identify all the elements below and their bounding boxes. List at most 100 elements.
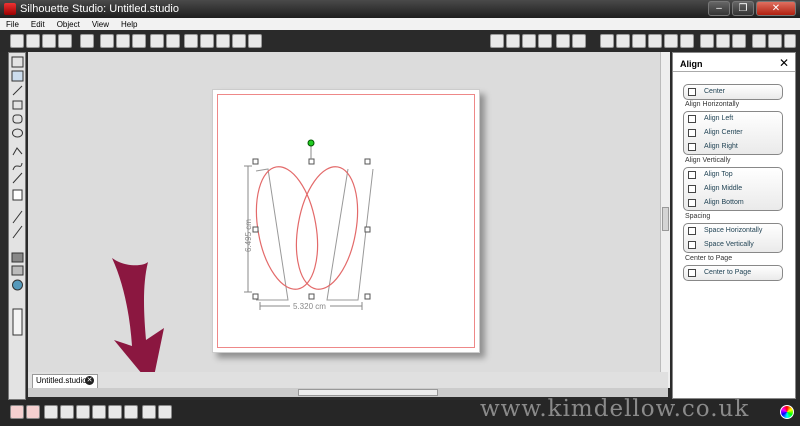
library-panel-icon[interactable] xyxy=(12,308,23,336)
center-button[interactable]: Center xyxy=(684,85,782,99)
tab-untitled[interactable]: Untitled.studio ✕ xyxy=(32,374,98,388)
line-tool-icon[interactable] xyxy=(12,85,23,96)
open-icon[interactable] xyxy=(26,34,40,48)
align-top-button[interactable]: Align Top xyxy=(684,168,782,182)
horizontal-scroll-thumb[interactable] xyxy=(298,389,438,396)
space-vertically-button[interactable]: Space Vertically xyxy=(684,238,782,252)
select-icon[interactable] xyxy=(11,56,24,68)
pen-icon[interactable] xyxy=(752,34,766,48)
replicate-shape-icon[interactable] xyxy=(158,405,172,419)
handle-top-right[interactable] xyxy=(364,158,371,165)
new-icon[interactable] xyxy=(10,34,24,48)
rounded-rectangle-tool-icon[interactable] xyxy=(12,114,23,124)
trace-icon[interactable] xyxy=(700,34,714,48)
menu-view[interactable]: View xyxy=(92,20,109,29)
color-wheel-icon[interactable] xyxy=(780,405,794,419)
space-horizontally-button[interactable]: Space Horizontally xyxy=(684,224,782,238)
cut-icon[interactable] xyxy=(132,34,146,48)
handle-bottom-right[interactable] xyxy=(364,293,371,300)
maximize-button[interactable]: ❐ xyxy=(732,1,754,16)
save-as-icon[interactable] xyxy=(58,34,72,48)
watermark: www.kimdellow.co.uk xyxy=(480,396,750,422)
curve-tool-icon[interactable] xyxy=(12,162,23,171)
send-to-back-icon[interactable] xyxy=(124,405,138,419)
edit-points-icon[interactable] xyxy=(11,70,24,82)
ellipse-tool-icon[interactable] xyxy=(12,128,23,138)
vertical-scrollbar[interactable] xyxy=(660,52,670,388)
paste-icon[interactable] xyxy=(116,34,130,48)
align-bottom-button[interactable]: Align Bottom xyxy=(684,196,782,210)
menu-edit[interactable]: Edit xyxy=(31,20,45,29)
handle-bottom-left[interactable] xyxy=(252,293,259,300)
ungroup-icon[interactable] xyxy=(26,405,40,419)
section-center-to-page: Center to Page xyxy=(685,255,733,262)
save-icon[interactable] xyxy=(42,34,56,48)
eraser-tool-icon[interactable] xyxy=(12,210,23,224)
zoom-out-icon[interactable] xyxy=(200,34,214,48)
tab-close-icon[interactable]: ✕ xyxy=(85,376,94,385)
handle-middle-left[interactable] xyxy=(252,226,259,233)
close-button[interactable]: ✕ xyxy=(756,1,796,16)
layers-icon[interactable] xyxy=(142,405,156,419)
group-icon[interactable] xyxy=(10,405,24,419)
line-color-icon[interactable] xyxy=(556,34,570,48)
grid-icon[interactable] xyxy=(784,34,796,48)
panel-divider xyxy=(673,71,795,72)
panel-close-icon[interactable]: ✕ xyxy=(779,56,789,70)
bring-to-front-icon[interactable] xyxy=(108,405,122,419)
center-to-page-button[interactable]: Center to Page xyxy=(684,266,782,280)
left-toolbar xyxy=(8,52,26,400)
knife-tool-icon[interactable] xyxy=(12,225,23,239)
workspace-canvas[interactable]: 6.495 cm 5.320 cm xyxy=(28,52,668,388)
copy-icon[interactable] xyxy=(100,34,114,48)
cut-store-icon[interactable] xyxy=(490,34,504,48)
minimize-button[interactable]: – xyxy=(708,1,730,16)
zoom-in-icon[interactable] xyxy=(184,34,198,48)
pan-icon[interactable] xyxy=(232,34,246,48)
make-compound-path-icon[interactable] xyxy=(44,405,58,419)
design-page-icon[interactable] xyxy=(11,252,24,263)
fill-pattern-icon[interactable] xyxy=(538,34,552,48)
registration-icon[interactable] xyxy=(716,34,730,48)
page-setup-icon[interactable] xyxy=(732,34,746,48)
polygon-tool-icon[interactable] xyxy=(12,147,23,156)
handle-top-middle[interactable] xyxy=(308,158,315,165)
print-icon[interactable] xyxy=(80,34,94,48)
online-store-icon[interactable] xyxy=(12,279,23,291)
handle-bottom-middle[interactable] xyxy=(308,293,315,300)
gradient-icon[interactable] xyxy=(522,34,536,48)
library-icon[interactable] xyxy=(11,265,24,276)
undo-icon[interactable] xyxy=(150,34,164,48)
transform-icon[interactable] xyxy=(616,34,630,48)
menu-object[interactable]: Object xyxy=(57,20,80,29)
align-right-button[interactable]: Align Right xyxy=(684,140,782,154)
offset-icon[interactable] xyxy=(680,34,694,48)
align-icon[interactable] xyxy=(664,34,678,48)
handle-top-left[interactable] xyxy=(252,158,259,165)
replicate-icon[interactable] xyxy=(632,34,646,48)
align-bottom-icon xyxy=(688,199,696,207)
align-middle-button[interactable]: Align Middle xyxy=(684,182,782,196)
align-left-button[interactable]: Align Left xyxy=(684,112,782,126)
align-center-button[interactable]: Align Center xyxy=(684,126,782,140)
line-style-icon[interactable] xyxy=(572,34,586,48)
modify-icon[interactable] xyxy=(648,34,662,48)
freehand-tool-icon[interactable] xyxy=(12,172,23,184)
text-tool-icon[interactable] xyxy=(12,189,23,201)
handle-middle-right[interactable] xyxy=(364,226,371,233)
rectangle-tool-icon[interactable] xyxy=(12,100,23,110)
rotate-handle[interactable] xyxy=(307,139,315,147)
release-compound-path-icon[interactable] xyxy=(60,405,74,419)
vertical-scroll-thumb[interactable] xyxy=(662,207,669,231)
menu-file[interactable]: File xyxy=(6,20,19,29)
menu-help[interactable]: Help xyxy=(121,20,137,29)
text-style-icon[interactable] xyxy=(600,34,614,48)
align-horizontally-group: Align Left Align Center Align Right xyxy=(683,111,783,155)
delete-icon[interactable] xyxy=(92,405,106,419)
send-to-cutter-icon[interactable] xyxy=(768,34,782,48)
fit-page-icon[interactable] xyxy=(248,34,262,48)
zoom-box-icon[interactable] xyxy=(216,34,230,48)
redo-icon[interactable] xyxy=(166,34,180,48)
fill-color-icon[interactable] xyxy=(506,34,520,48)
weld-icon[interactable] xyxy=(76,405,90,419)
